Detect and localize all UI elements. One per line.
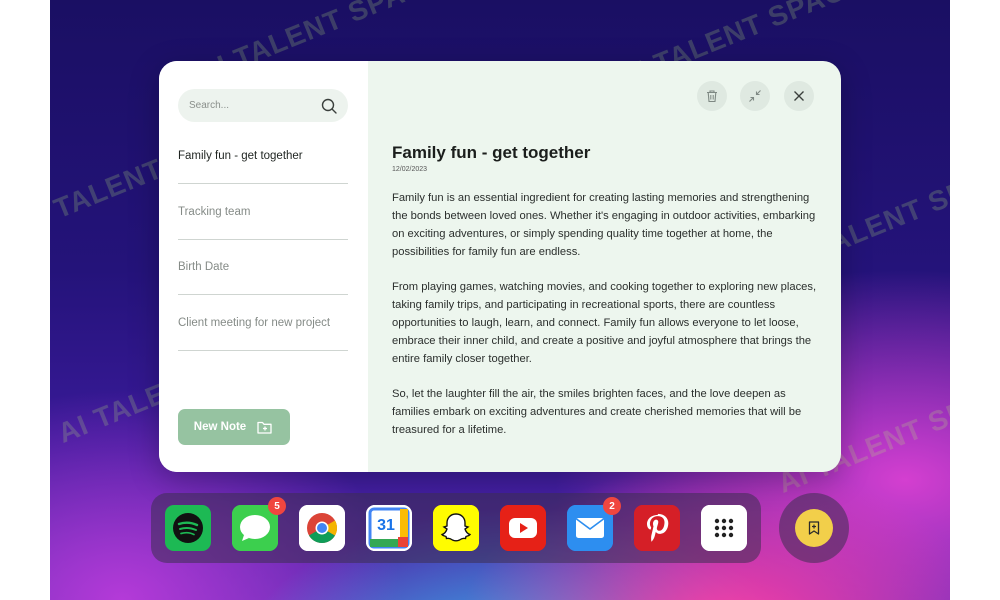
- note-paragraph: From playing games, watching movies, and…: [392, 281, 817, 365]
- search-placeholder: Search...: [189, 100, 230, 111]
- search-icon[interactable]: [320, 97, 338, 115]
- quick-note-circle: [795, 509, 833, 547]
- note-list-item[interactable]: Family fun - get together: [178, 128, 348, 184]
- app-grid-button[interactable]: [701, 505, 747, 551]
- spotify-icon: [165, 505, 211, 551]
- note-list-item[interactable]: Tracking team: [178, 184, 348, 240]
- mail-app[interactable]: 2: [567, 497, 621, 551]
- note-list-item-label: Client meeting for new project: [178, 316, 331, 329]
- quick-note-button[interactable]: [779, 493, 849, 563]
- new-note-button[interactable]: New Note: [178, 409, 290, 445]
- bookmark-add-icon: [808, 521, 820, 535]
- note-paragraph: Family fun is an essential ingredient fo…: [392, 192, 816, 258]
- note-body[interactable]: Family fun is an essential ingredient fo…: [392, 189, 822, 456]
- notes-window: Search... Family fun - get together Trac…: [159, 61, 841, 472]
- note-paragraph: So, let the laughter fill the air, the s…: [392, 388, 802, 436]
- new-folder-icon: [257, 421, 272, 434]
- note-list-item-label: Family fun - get together: [178, 149, 303, 162]
- trash-icon: [707, 90, 717, 103]
- mail-badge: 2: [603, 497, 621, 515]
- note-date: 12/02/2023: [392, 166, 428, 173]
- close-icon: [794, 91, 804, 101]
- new-note-label: New Note: [193, 421, 247, 433]
- messages-app[interactable]: 5: [232, 497, 286, 551]
- note-list-item-label: Birth Date: [178, 260, 230, 273]
- collapse-icon: [749, 90, 761, 102]
- grid-icon: [701, 505, 747, 551]
- pinterest-icon: [634, 505, 680, 551]
- note-list-item-label: Tracking team: [178, 205, 251, 218]
- delete-button[interactable]: [697, 81, 727, 111]
- calendar-app[interactable]: 31: [366, 505, 412, 551]
- pinterest-app[interactable]: [634, 505, 680, 551]
- close-button[interactable]: [784, 81, 814, 111]
- note-title: Family fun - get together: [392, 143, 591, 162]
- collapse-button[interactable]: [740, 81, 770, 111]
- chrome-icon: [299, 505, 345, 551]
- note-list-item[interactable]: Client meeting for new project: [178, 295, 348, 351]
- youtube-app[interactable]: [500, 505, 546, 551]
- snapchat-app[interactable]: [433, 505, 479, 551]
- messages-badge: 5: [268, 497, 286, 515]
- spotify-app[interactable]: [165, 505, 211, 551]
- calendar-day: 31: [377, 517, 395, 534]
- ghost-icon: [433, 505, 479, 551]
- search-input[interactable]: Search...: [178, 89, 348, 122]
- app-dock: 5 31 2: [151, 493, 761, 563]
- note-list-item[interactable]: Birth Date: [178, 239, 348, 295]
- note-content: Family fun - get together 12/02/2023 Fam…: [368, 61, 841, 472]
- chrome-app[interactable]: [299, 505, 345, 551]
- youtube-icon: [500, 505, 546, 551]
- notes-sidebar: Search... Family fun - get together Trac…: [159, 61, 368, 472]
